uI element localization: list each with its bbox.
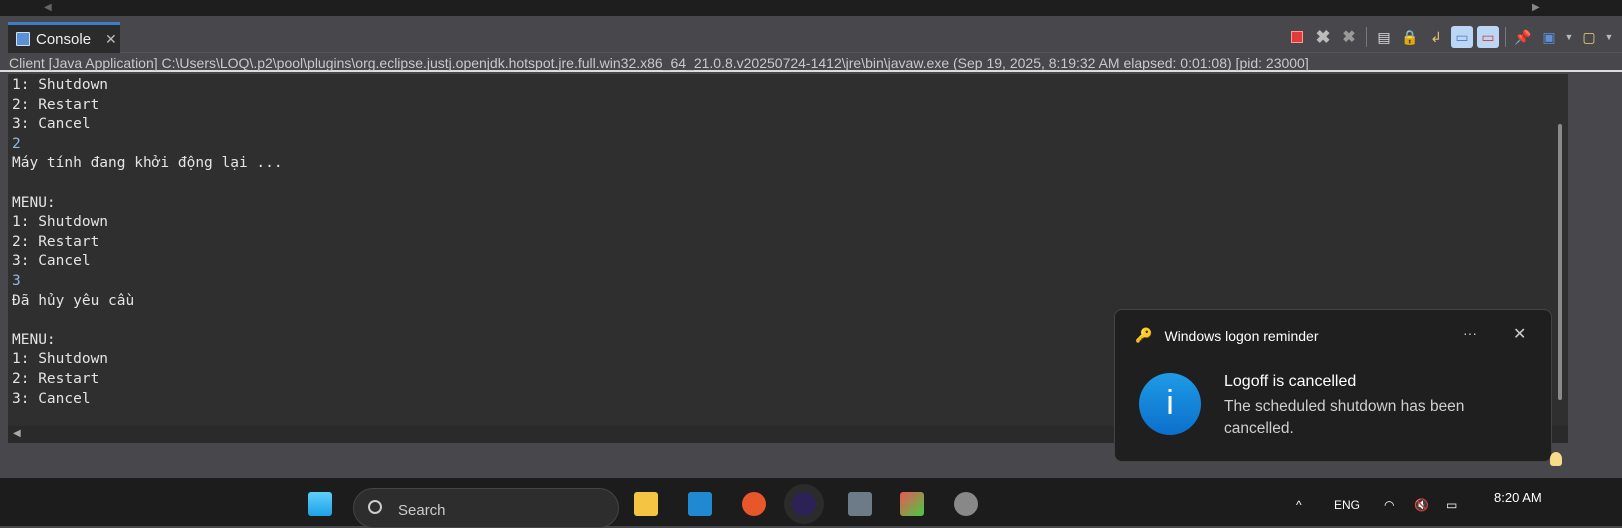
vertical-scrollbar[interactable]	[1554, 74, 1568, 426]
display-selected-console-icon[interactable]: ▣	[1538, 26, 1560, 48]
remove-launch-icon[interactable]: ✖	[1312, 26, 1334, 48]
file-explorer-icon[interactable]	[634, 492, 658, 516]
console-toolbar: ✖ ✖ ▤ 🔒 ↲ ▭ ▭ 📌 ▣ ▼ ▢ ▼	[1286, 26, 1614, 48]
search-icon	[368, 500, 382, 514]
taskbar: Search ^ ENG ◠ 🔇 ▭ 8:20 AM	[0, 478, 1622, 528]
search-box[interactable]: Search	[353, 488, 619, 528]
close-notification-button[interactable]: ✕	[1513, 324, 1526, 344]
eclipse-icon[interactable]	[792, 492, 816, 516]
console-input-line: 3	[12, 272, 21, 289]
calculator-icon[interactable]	[848, 492, 872, 516]
notification-body: The scheduled shutdown has been cancelle…	[1224, 398, 1465, 437]
brave-browser-icon[interactable]	[742, 492, 766, 516]
console-output-line: 3: Cancel	[12, 116, 91, 133]
dropdown-arrow-icon[interactable]: ▼	[1564, 26, 1574, 48]
windows-start-icon[interactable]	[308, 492, 332, 516]
clock[interactable]: 8:20 AM	[1494, 490, 1542, 505]
show-hidden-icons-icon[interactable]: ^	[1296, 498, 1302, 512]
console-output-line: 2: Restart	[12, 96, 100, 113]
clear-console-icon[interactable]: ▤	[1373, 26, 1395, 48]
console-output-line: 1: Shutdown	[12, 77, 109, 93]
language-indicator[interactable]: ENG	[1334, 498, 1360, 512]
console-input-line: 2	[12, 135, 21, 152]
toolbar-divider	[1505, 27, 1506, 47]
show-on-stdout-icon[interactable]: ▭	[1451, 26, 1473, 48]
console-output-line: 2: Restart	[12, 233, 100, 250]
console-output-line: MENU:	[12, 194, 56, 211]
notification-title: Logoff is cancelled	[1224, 373, 1357, 390]
word-wrap-icon[interactable]: ↲	[1425, 26, 1447, 48]
keys-icon: 🔑	[1135, 327, 1153, 343]
info-icon: i	[1139, 373, 1201, 435]
console-output-line: 1: Shutdown	[12, 214, 109, 231]
console-icon	[16, 32, 30, 46]
console-output-line: Máy tính đang khởi động lại ...	[12, 155, 283, 172]
process-info: Client [Java Application] C:\Users\LOQ\.…	[0, 54, 1622, 72]
notification-toast[interactable]: 🔑 Windows logon reminder ··· ✕ i Logoff …	[1114, 309, 1552, 462]
scrollbar-thumb[interactable]	[1558, 124, 1562, 400]
search-placeholder: Search	[398, 502, 446, 519]
show-on-stderr-icon[interactable]: ▭	[1477, 26, 1499, 48]
volume-muted-icon[interactable]: 🔇	[1414, 498, 1429, 512]
tab-console[interactable]: Console ✕	[8, 22, 120, 53]
scroll-left-arrow-icon[interactable]: ◀	[13, 428, 21, 439]
lightbulb-icon[interactable]	[1550, 452, 1562, 466]
vscode-icon[interactable]	[688, 492, 712, 516]
editor-area: ◀ ▶	[0, 0, 1622, 16]
toolbar-divider	[1366, 27, 1367, 47]
scroll-right-arrow-icon[interactable]: ▶	[1532, 2, 1540, 13]
more-options-button[interactable]: ···	[1463, 325, 1477, 341]
wifi-icon[interactable]: ◠	[1384, 498, 1394, 512]
open-console-icon[interactable]: ▢	[1578, 26, 1600, 48]
remove-all-terminated-icon[interactable]: ✖	[1338, 26, 1360, 48]
dropdown-arrow-icon[interactable]: ▼	[1604, 26, 1614, 48]
pin-console-icon[interactable]: 📌	[1512, 26, 1534, 48]
notification-app-name: Windows logon reminder	[1164, 327, 1319, 344]
close-tab-icon[interactable]: ✕	[105, 31, 117, 48]
settings-icon[interactable]	[954, 492, 978, 516]
battery-icon[interactable]: ▭	[1446, 498, 1457, 512]
app-icon[interactable]	[900, 492, 924, 516]
console-output-line: 3: Cancel	[12, 253, 91, 270]
terminate-icon[interactable]	[1286, 26, 1308, 48]
scroll-left-arrow-icon[interactable]: ◀	[44, 2, 52, 13]
scroll-lock-icon[interactable]: 🔒	[1399, 26, 1421, 48]
tab-label: Console	[36, 30, 92, 48]
